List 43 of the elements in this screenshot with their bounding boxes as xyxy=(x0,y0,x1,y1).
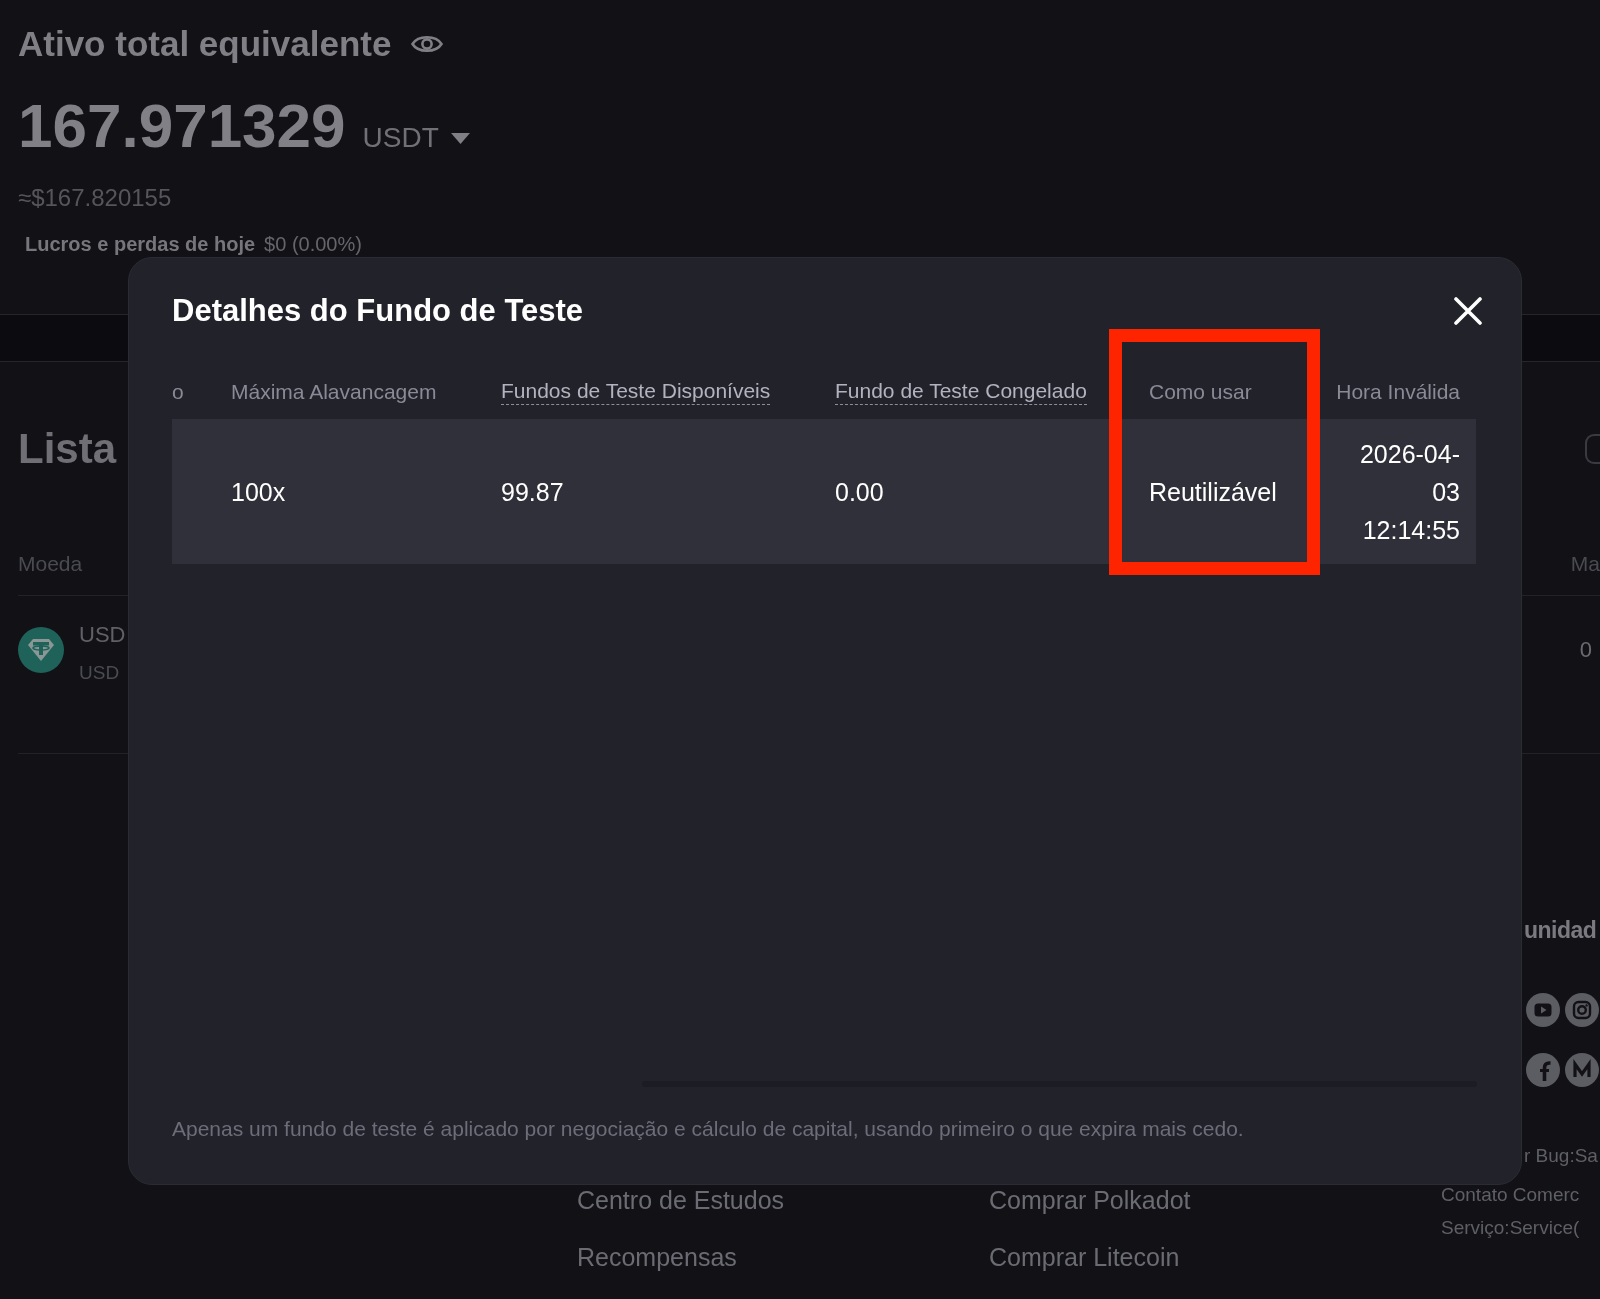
table-cell-text: Reutilizável xyxy=(1149,476,1277,508)
dialog-title: Detalhes do Fundo de Teste xyxy=(172,293,584,329)
column-header: Máxima Alavancagem xyxy=(231,378,437,404)
summary-title: Ativo total equivalente xyxy=(18,24,392,64)
pnl-value: $0 (0.00%) xyxy=(264,232,362,256)
play-button-icon[interactable] xyxy=(1526,993,1560,1027)
camera-icon[interactable] xyxy=(1565,993,1599,1027)
column-header: o xyxy=(172,378,184,404)
list-title: Lista xyxy=(18,424,117,474)
column-header: Como usar xyxy=(1149,378,1252,404)
column-header: Moeda xyxy=(18,552,83,576)
total-amount: 167.971329 xyxy=(18,91,346,161)
footer-link[interactable]: Comprar Polkadot xyxy=(989,1186,1191,1214)
footer-link[interactable]: Centro de Estudos xyxy=(577,1186,785,1214)
currency-dropdown[interactable]: USDT xyxy=(362,122,470,154)
m-logo-icon[interactable] xyxy=(1565,1053,1599,1087)
coin-name: USD xyxy=(79,622,126,648)
footer-link[interactable]: Comprar Litecoin xyxy=(989,1243,1180,1271)
close-icon xyxy=(1454,297,1482,325)
eye-icon[interactable] xyxy=(411,33,444,55)
column-header: Ma xyxy=(1570,552,1600,576)
caret-icon xyxy=(450,132,470,144)
table-cell-text: 99.87 xyxy=(501,476,564,508)
column-header: Hora Inválida xyxy=(1336,378,1460,404)
table-cell-text: 0.00 xyxy=(835,476,884,508)
table-cell: 0 xyxy=(1579,637,1592,663)
column-header: Fundo de Teste Congelado xyxy=(835,377,1087,405)
contact-text: Contato Comerc xyxy=(1441,1184,1580,1206)
close-button[interactable] xyxy=(1454,297,1482,325)
contact-text: Serviço:Service( xyxy=(1441,1217,1580,1239)
table-cell-text: 2026-04-03 12:14:55 xyxy=(1358,438,1460,546)
footer-link[interactable]: Recompensas xyxy=(577,1243,737,1271)
footnote-text: Apenas um fundo de teste é aplicado por negociação e cálculo de capital, usando primeiro o que expira mais cedo. xyxy=(172,1117,1245,1141)
pnl-label: Lucros e perdas de hoje xyxy=(25,232,256,256)
input-field[interactable] xyxy=(1585,434,1600,464)
contact-text: r Bug:Sa xyxy=(1524,1145,1598,1167)
coin-code: USD xyxy=(79,662,120,684)
column-header: Fundos de Teste Disponíveis xyxy=(501,377,771,405)
coin-icon xyxy=(18,627,64,673)
f-logo-icon[interactable] xyxy=(1526,1053,1560,1087)
fiat-estimate: ≈$167.820155 xyxy=(18,184,172,212)
section-title: unidad xyxy=(1524,916,1597,944)
table-cell-text: 100x xyxy=(231,476,286,508)
